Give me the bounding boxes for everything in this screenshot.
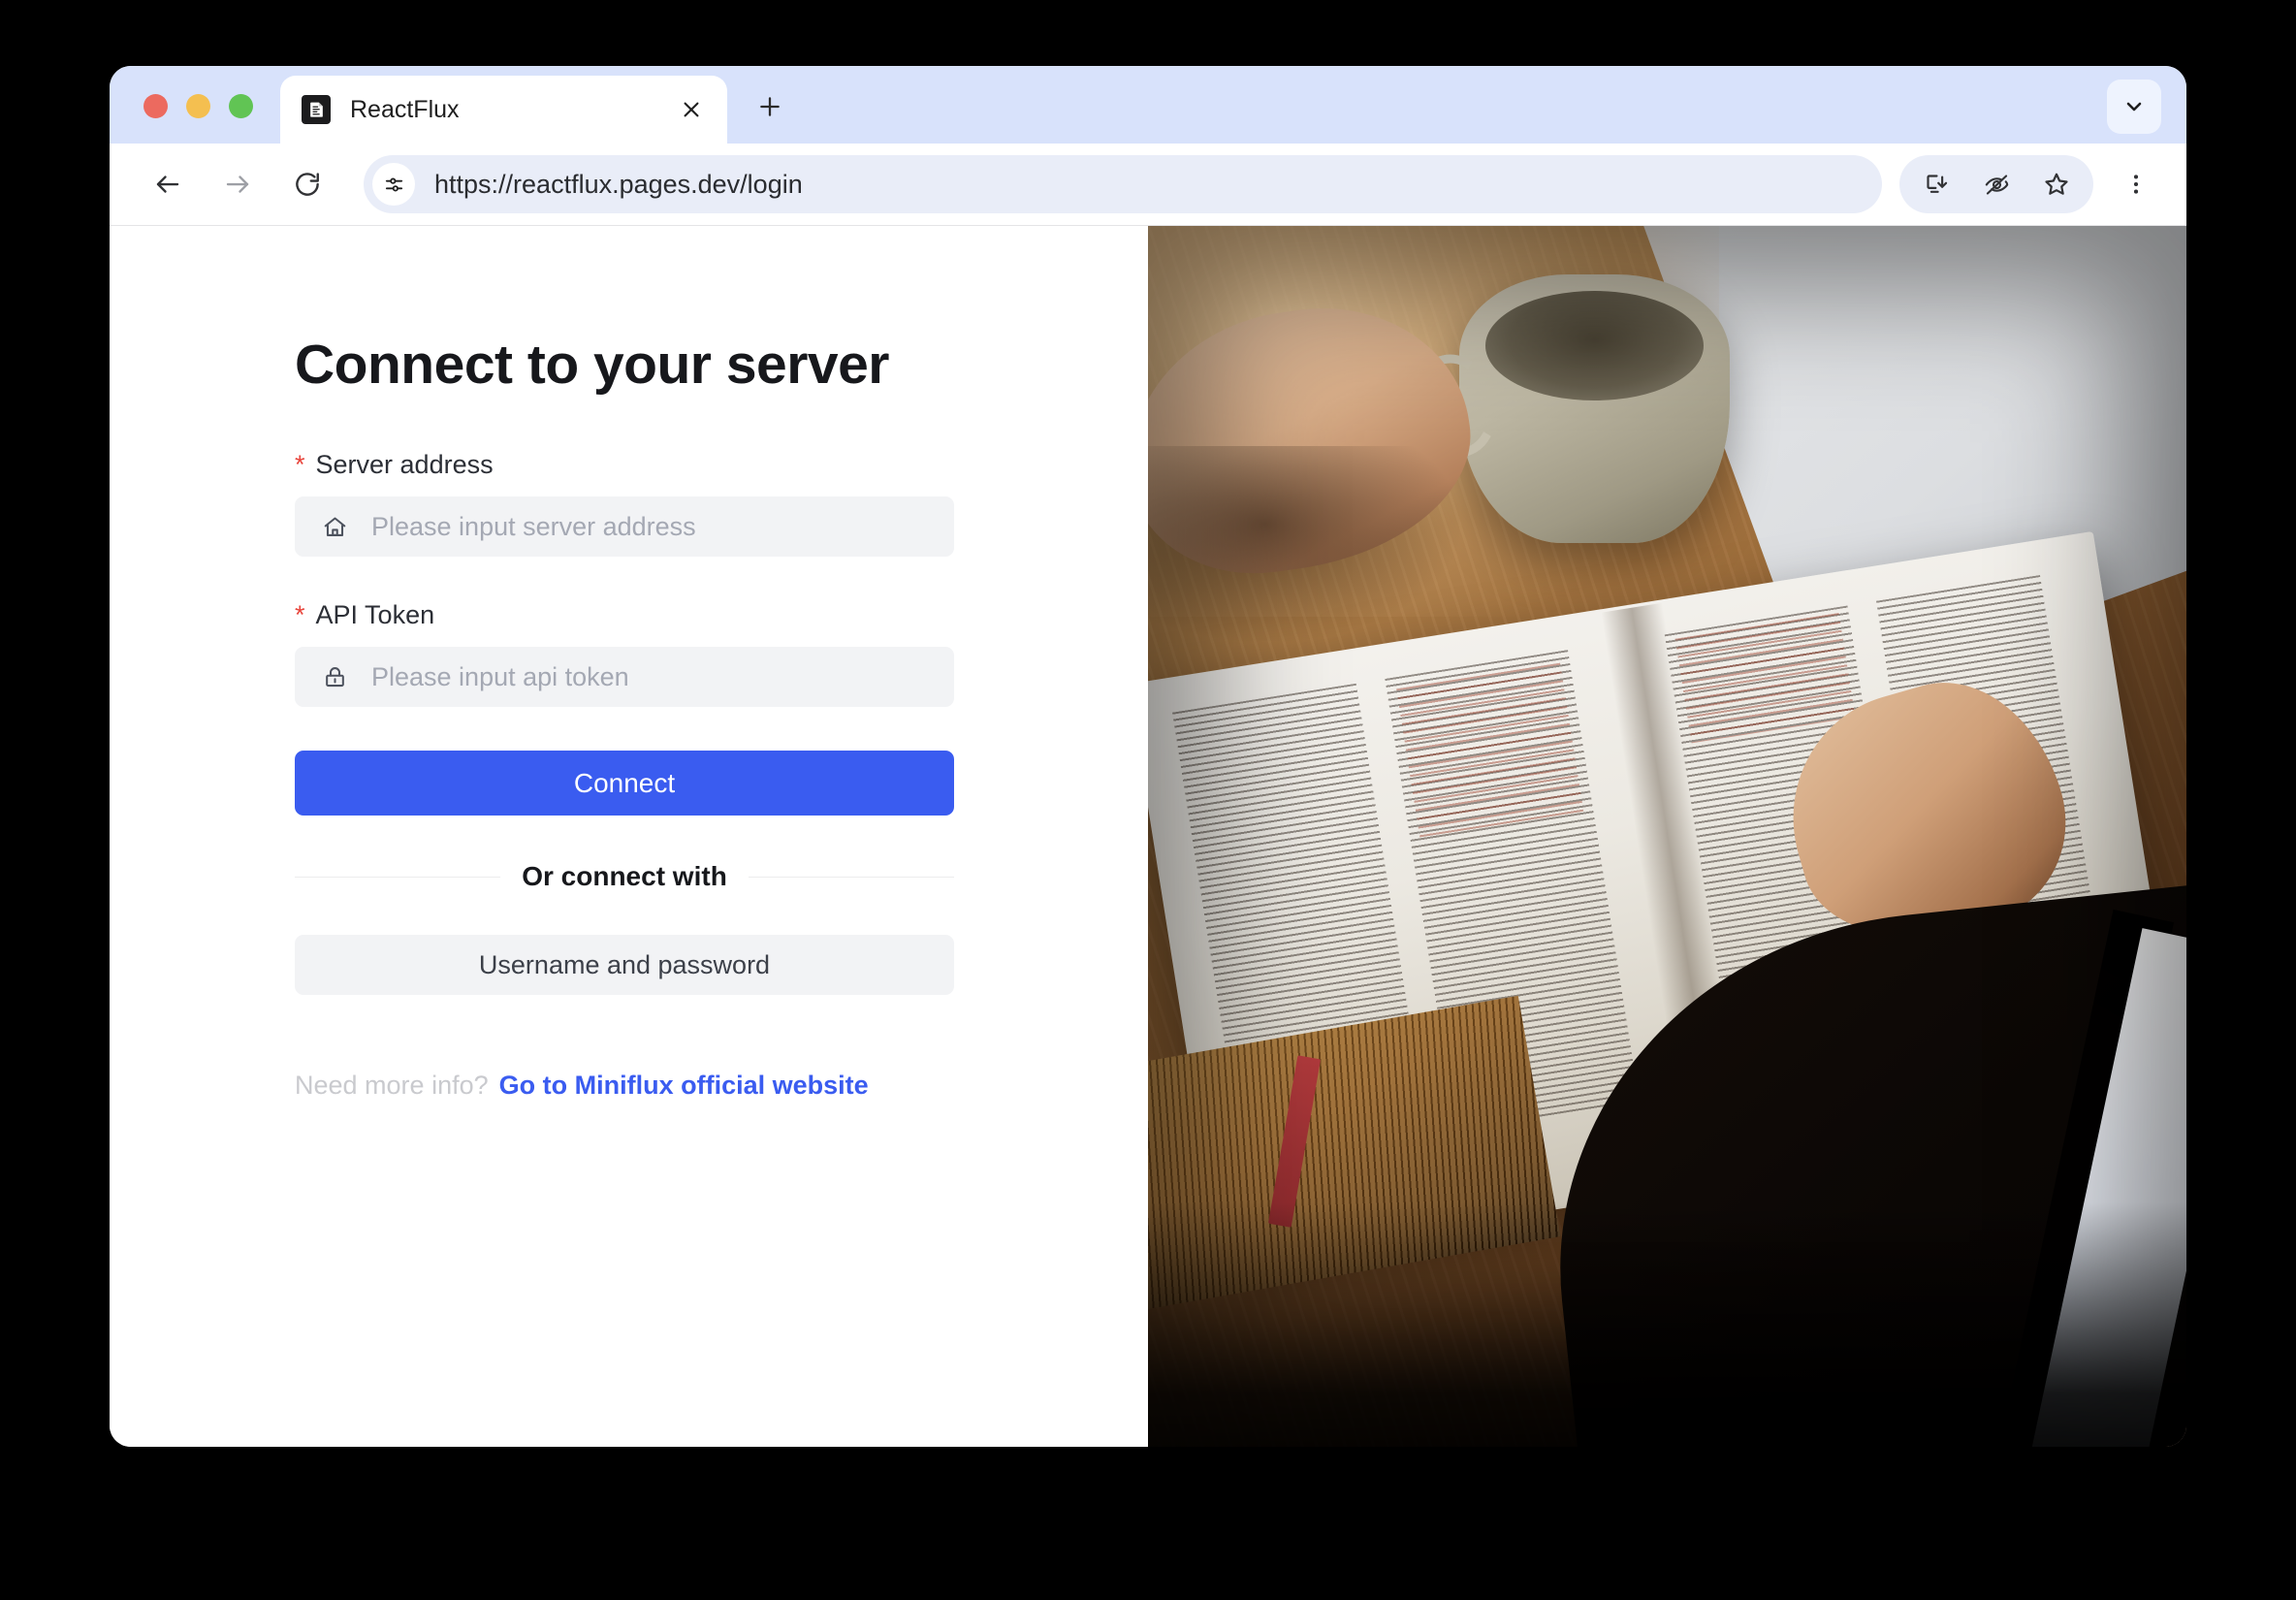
browser-window: ReactFlux https://reactflux.pages.dev/lo… bbox=[110, 66, 2186, 1447]
server-address-placeholder: Please input server address bbox=[371, 511, 696, 541]
api-token-placeholder: Please input api token bbox=[371, 661, 629, 691]
home-icon bbox=[320, 512, 349, 541]
window-close-button[interactable] bbox=[144, 94, 168, 118]
address-bar[interactable]: https://reactflux.pages.dev/login bbox=[364, 155, 1882, 213]
miniflux-website-link[interactable]: Go to Miniflux official website bbox=[499, 1071, 869, 1101]
server-address-label-text: Server address bbox=[315, 450, 494, 479]
photo-vignette bbox=[1148, 226, 2186, 1447]
site-settings-icon[interactable] bbox=[372, 163, 415, 206]
tab-close-button[interactable] bbox=[675, 93, 708, 126]
window-maximize-button[interactable] bbox=[229, 94, 253, 118]
server-address-input[interactable]: Please input server address bbox=[295, 496, 954, 557]
tab-strip: ReactFlux bbox=[110, 66, 2186, 144]
api-token-input[interactable]: Please input api token bbox=[295, 647, 954, 707]
three-dot-menu-icon[interactable] bbox=[2113, 161, 2159, 208]
divider: Or connect with bbox=[295, 861, 955, 892]
back-arrow-icon[interactable] bbox=[141, 157, 195, 211]
forward-arrow-icon[interactable] bbox=[210, 157, 265, 211]
tab-title: ReactFlux bbox=[350, 95, 460, 123]
tab-search-button[interactable] bbox=[2107, 80, 2161, 134]
required-asterisk: * bbox=[295, 450, 305, 479]
login-form-pane: Connect to your server * Server address bbox=[110, 226, 1148, 1447]
api-token-label: * API Token bbox=[295, 600, 954, 630]
address-bar-url: https://reactflux.pages.dev/login bbox=[434, 169, 803, 199]
divider-label: Or connect with bbox=[522, 861, 727, 891]
browser-tab-reactflux[interactable]: ReactFlux bbox=[280, 76, 727, 144]
footer-prefix-text: Need more info? bbox=[295, 1071, 489, 1100]
bookmark-star-icon[interactable] bbox=[2033, 161, 2080, 208]
browser-toolbar: https://reactflux.pages.dev/login bbox=[110, 144, 2186, 225]
required-asterisk: * bbox=[295, 600, 305, 629]
username-password-button[interactable]: Username and password bbox=[295, 935, 954, 995]
install-app-icon[interactable] bbox=[1913, 161, 1960, 208]
eye-off-icon[interactable] bbox=[1973, 161, 2020, 208]
window-minimize-button[interactable] bbox=[186, 94, 210, 118]
new-tab-button[interactable] bbox=[749, 85, 791, 128]
document-favicon bbox=[302, 95, 331, 124]
toolbar-actions bbox=[1899, 155, 2093, 213]
connect-button[interactable]: Connect bbox=[295, 751, 954, 816]
divider-line-right bbox=[748, 876, 955, 878]
page-title: Connect to your server bbox=[295, 334, 890, 396]
server-address-label: * Server address bbox=[295, 450, 954, 480]
lock-icon bbox=[320, 662, 349, 691]
login-form: Connect to your server * Server address bbox=[295, 333, 955, 1101]
page-content: Connect to your server * Server address bbox=[110, 225, 2186, 1447]
traffic-lights bbox=[110, 94, 253, 144]
hero-image bbox=[1148, 226, 2186, 1447]
footer: Need more info? Go to Miniflux official … bbox=[295, 1071, 954, 1101]
reload-icon[interactable] bbox=[280, 157, 335, 211]
divider-line-left bbox=[295, 876, 501, 878]
api-token-label-text: API Token bbox=[315, 600, 435, 629]
